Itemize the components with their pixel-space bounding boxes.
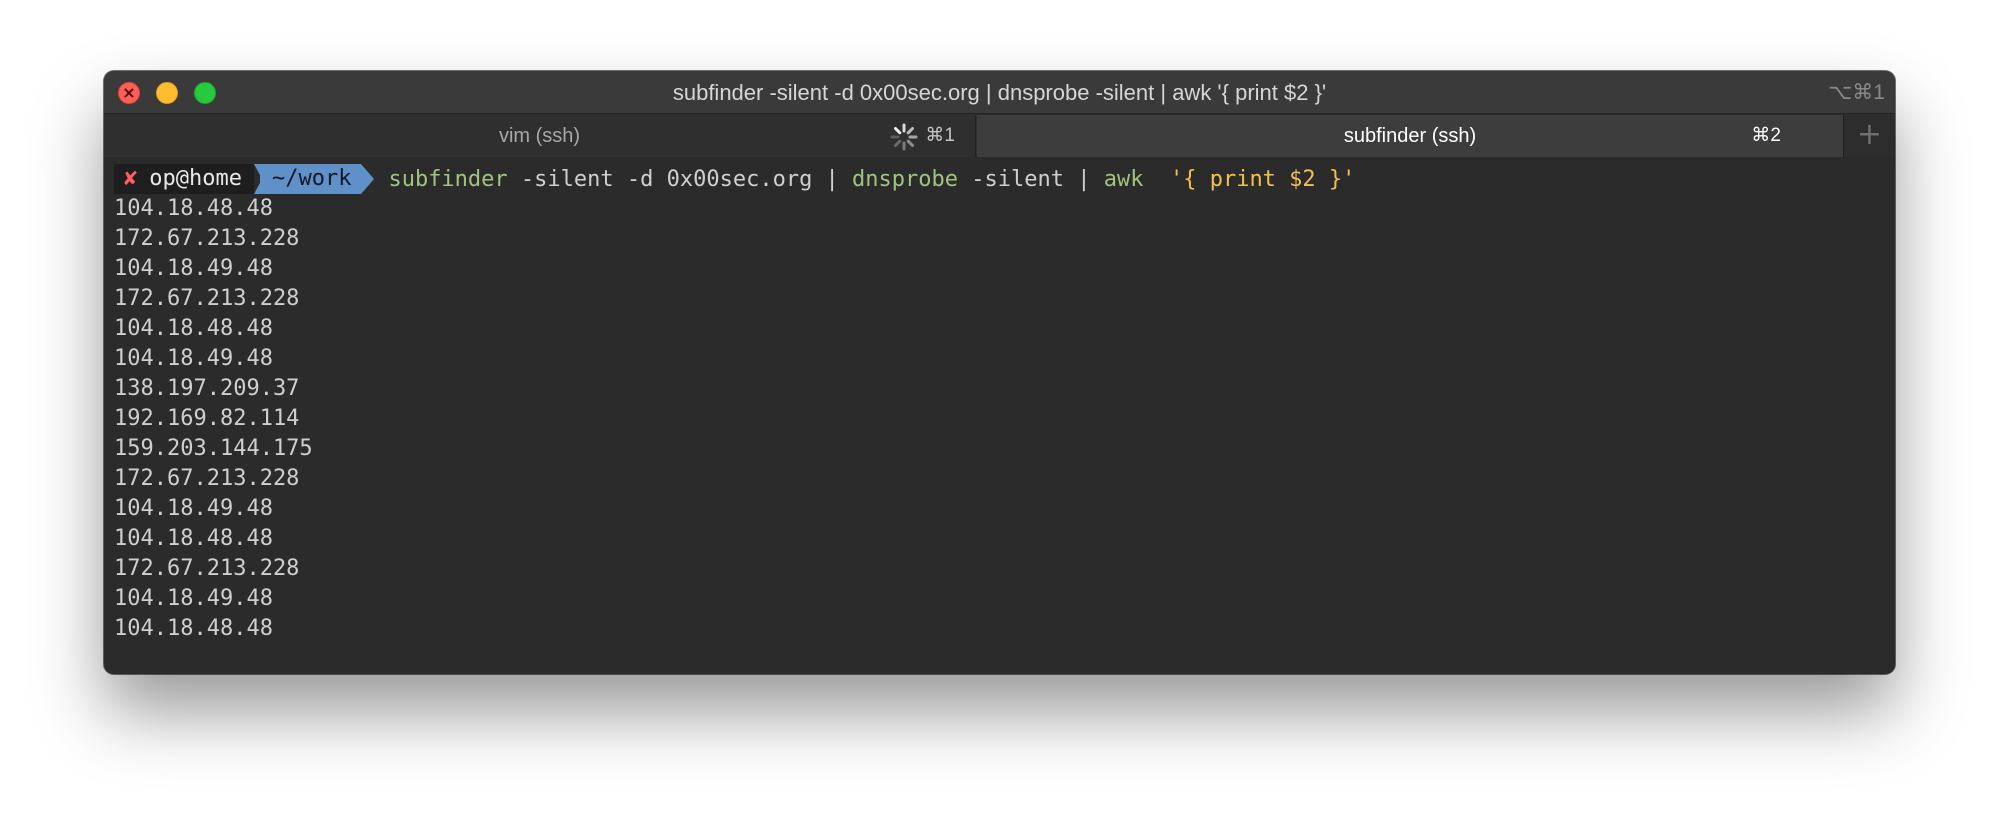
command-args: -silent -d 0x00sec.org | [507, 166, 853, 192]
command-program: awk [1103, 166, 1144, 192]
command-program: dnsprobe [852, 166, 959, 192]
output-line: 172.67.213.228 [114, 286, 300, 311]
tab-vim-ssh[interactable]: vim (ssh) ⌘1 [104, 115, 976, 157]
terminal-content[interactable]: ✘ op@home ~/work subfinder -silent -d 0x… [104, 158, 1895, 674]
tab-label: subfinder (ssh) [1343, 125, 1477, 147]
output-line: 104.18.49.48 [114, 586, 273, 611]
output-line: 104.18.48.48 [114, 316, 273, 341]
output-line: 104.18.48.48 [114, 526, 273, 551]
output-line: 172.67.213.228 [114, 226, 300, 251]
command-args: -silent | [958, 166, 1104, 192]
plus-icon: + [1856, 117, 1883, 152]
output-line: 172.67.213.228 [114, 556, 300, 581]
prompt-directory: ~/work [253, 164, 362, 194]
error-status-icon: ✘ [124, 166, 138, 191]
output-line: 104.18.48.48 [114, 616, 273, 641]
window-shortcut: ⌥⌘1 [1828, 81, 1885, 104]
tab-bar: vim (ssh) ⌘1 subfinder (ssh) ⌘2 + [104, 115, 1895, 157]
command-args [1143, 167, 1170, 192]
window-title: subfinder -silent -d 0x00sec.org | dnspr… [672, 80, 1327, 105]
output-line: 192.169.82.114 [114, 406, 300, 431]
activity-spinner-icon [890, 123, 918, 151]
prompt-line: ✘ op@home ~/work subfinder -silent -d 0x… [114, 164, 1355, 194]
tab-subfinder-ssh[interactable]: subfinder (ssh) ⌘2 [977, 115, 1843, 157]
title-bar[interactable]: × subfinder -silent -d 0x00sec.org | dns… [104, 71, 1895, 114]
prompt-user-host: op@home [149, 166, 242, 191]
output-line: 104.18.49.48 [114, 346, 273, 371]
output-line: 172.67.213.228 [114, 466, 300, 491]
command-program: subfinder [388, 166, 508, 192]
command-string: '{ print $2 }' [1169, 166, 1356, 192]
terminal-window: × subfinder -silent -d 0x00sec.org | dns… [104, 71, 1895, 674]
output-line: 104.18.49.48 [114, 496, 273, 521]
tab-label: vim (ssh) [498, 125, 581, 147]
output-line: 159.203.144.175 [114, 436, 313, 461]
output-line: 104.18.48.48 [114, 196, 273, 221]
command-output: 104.18.48.48 172.67.213.228 104.18.49.48… [114, 194, 313, 644]
new-tab-button[interactable]: + [1843, 115, 1895, 157]
tab-shortcut: ⌘2 [1751, 125, 1781, 146]
prompt-arrow-icon [361, 164, 375, 194]
output-line: 138.197.209.37 [114, 376, 300, 401]
prompt-user-segment: ✘ op@home [114, 164, 254, 194]
tab-shortcut: ⌘1 [925, 125, 955, 146]
output-line: 104.18.49.48 [114, 256, 273, 281]
command-text: subfinder -silent -d 0x00sec.org | dnspr… [388, 167, 1355, 192]
